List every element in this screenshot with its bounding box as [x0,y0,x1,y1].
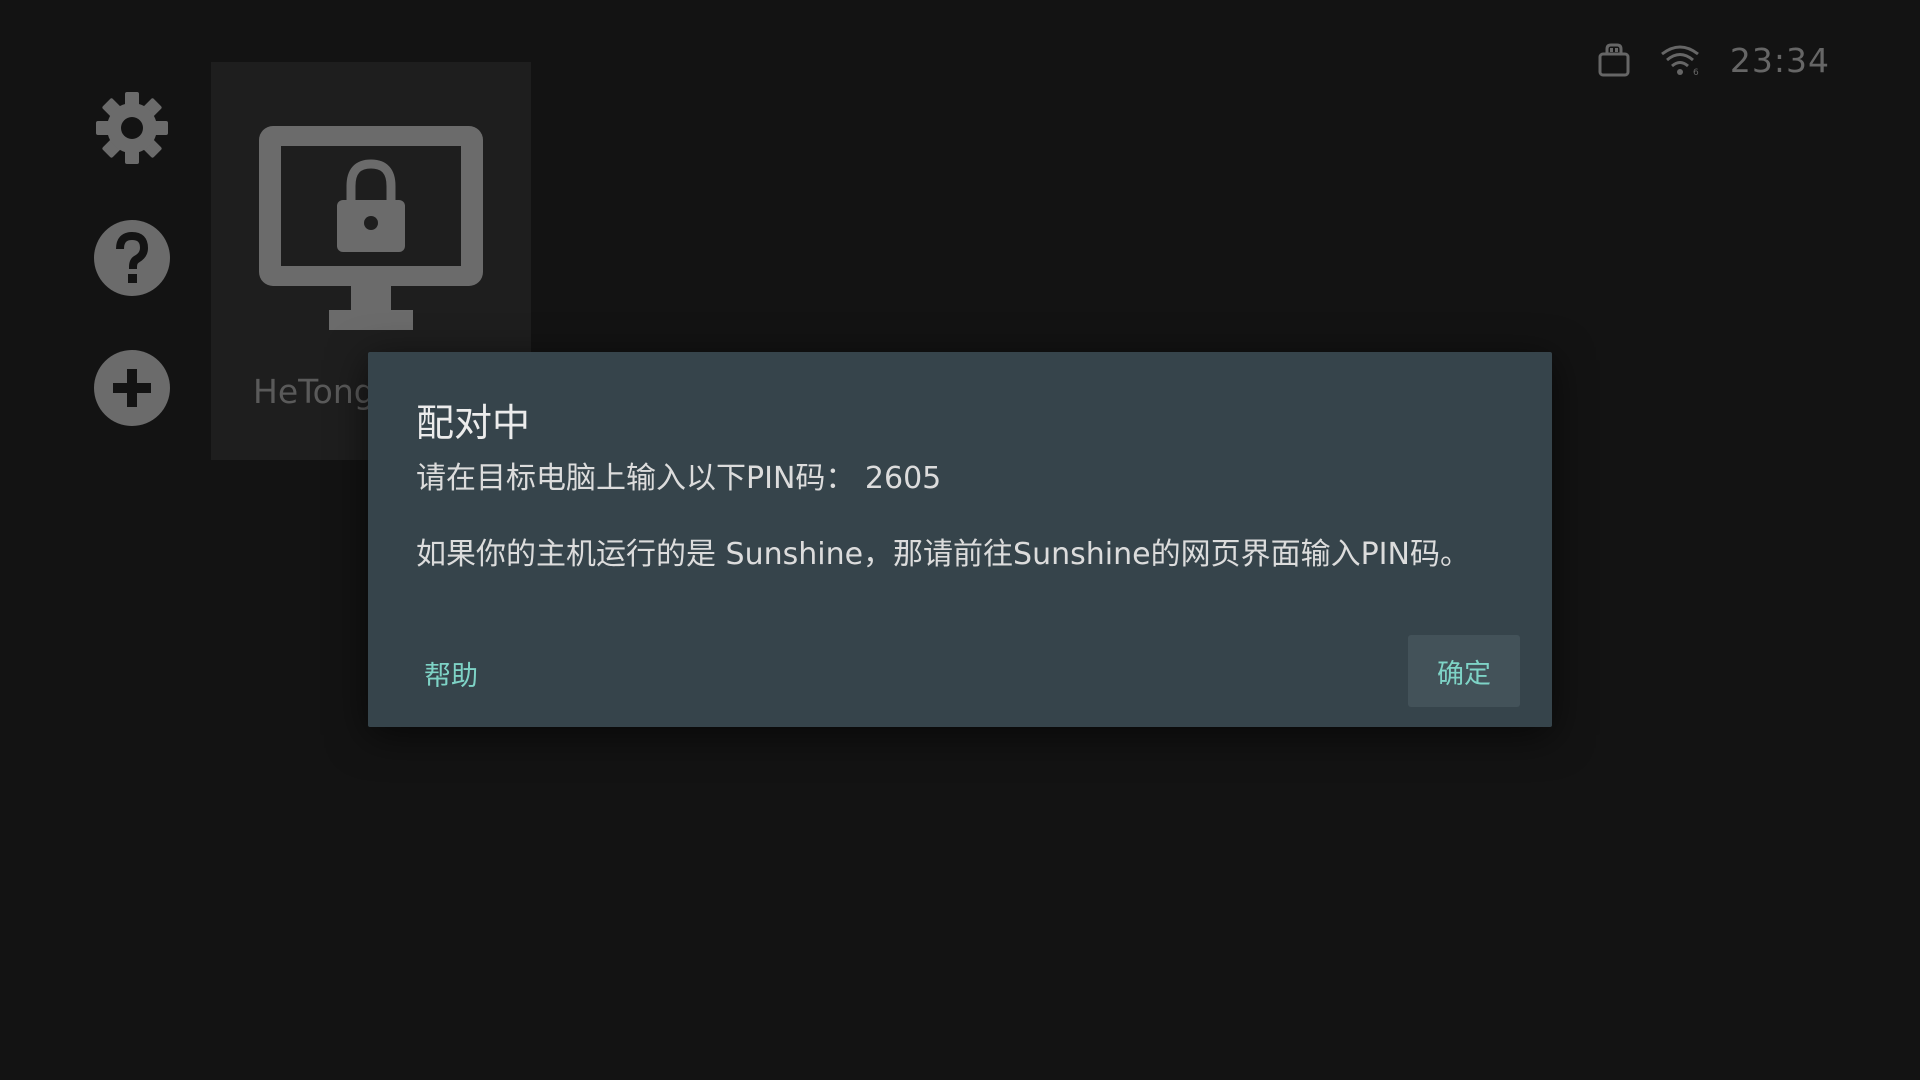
app-screen: 6 23:34 HeTong 配对中 请在目标电脑上输入以下PIN码： 2605… [0,0,1920,1080]
status-clock: 23:34 [1729,40,1830,80]
svg-text:6: 6 [1693,68,1699,76]
help-question-icon [93,219,171,297]
settings-button[interactable] [92,88,172,168]
pairing-dialog: 配对中 请在目标电脑上输入以下PIN码： 2605 如果你的主机运行的是 Sun… [368,352,1552,727]
wifi-icon: 6 [1660,44,1700,76]
add-plus-icon [93,349,171,427]
lock-icon [1598,43,1630,77]
locked-monitor-icon [259,126,483,336]
pc-name-label: HeTong [253,372,375,411]
add-pc-button[interactable] [92,348,172,428]
dialog-title: 配对中 [416,401,531,445]
dialog-message: 请在目标电脑上输入以下PIN码： 2605 如果你的主机运行的是 Sunshin… [416,461,1470,572]
ok-button[interactable]: 确定 [1408,635,1520,707]
help-button[interactable] [92,218,172,298]
settings-gear-icon [94,90,170,166]
status-bar: 6 23:34 [1598,36,1830,84]
help-button-dialog[interactable]: 帮助 [412,648,490,698]
